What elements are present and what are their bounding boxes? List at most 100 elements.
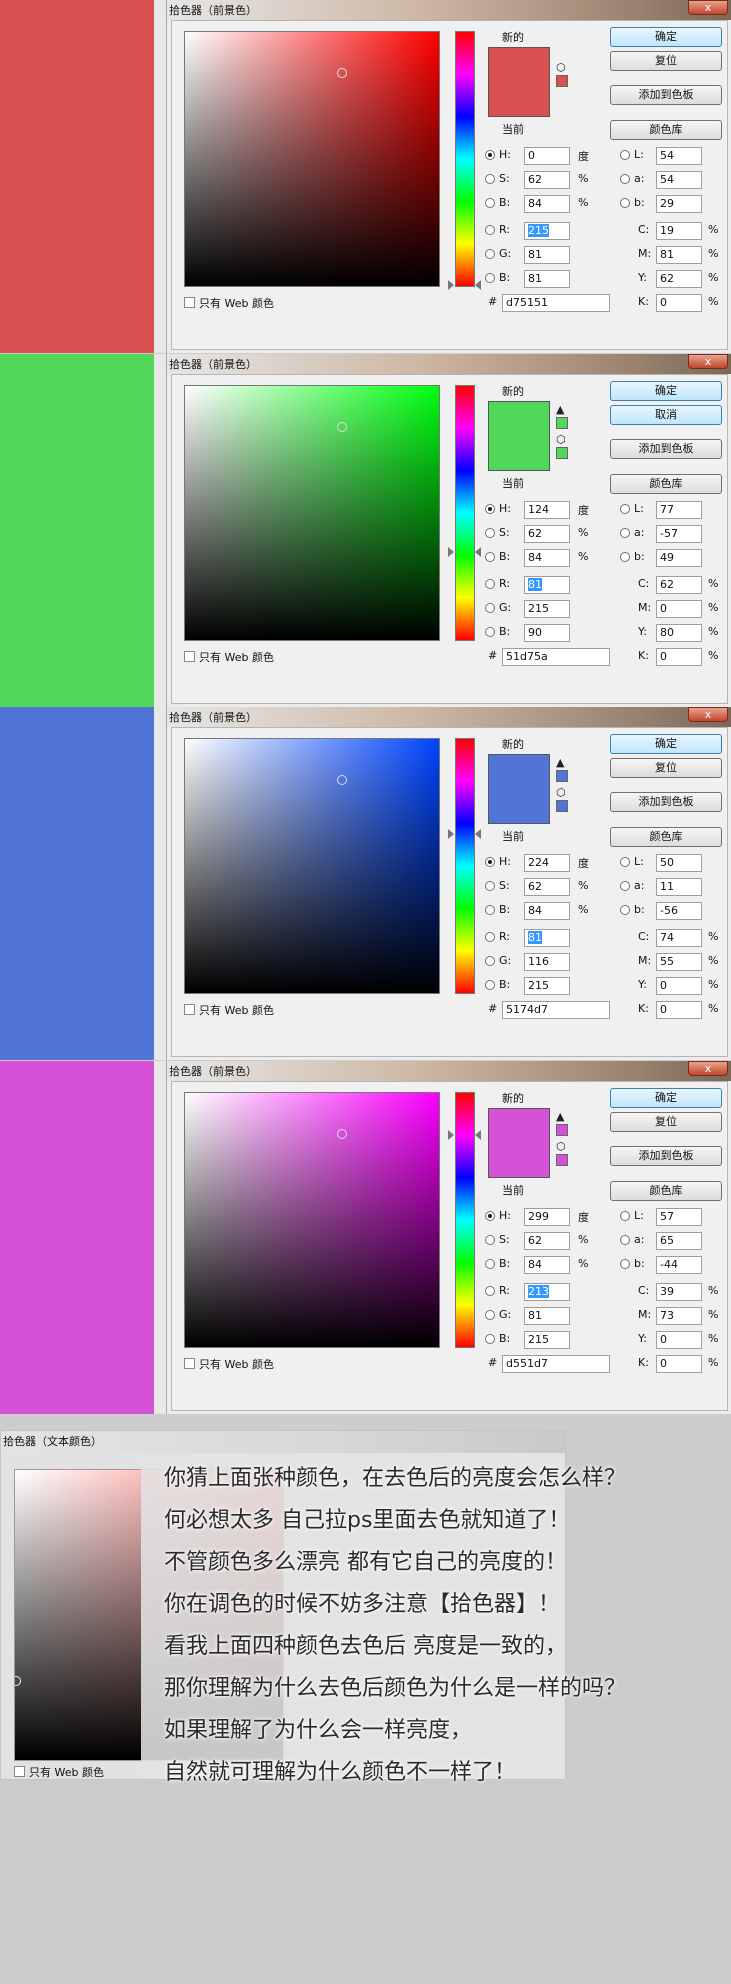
input-h[interactable]: 224 xyxy=(524,854,570,872)
input-h[interactable]: 124 xyxy=(524,501,570,519)
gamut-warning-swatch[interactable] xyxy=(556,1124,568,1136)
gamut-warning-swatch[interactable] xyxy=(556,770,568,782)
radio-lab-b[interactable] xyxy=(620,552,630,562)
radio-r[interactable] xyxy=(485,579,495,589)
add-to-swatches-button[interactable]: 添加到色板 xyxy=(610,85,722,105)
close-button[interactable]: x xyxy=(688,354,728,369)
input-cmyk-k[interactable]: 0 xyxy=(656,294,702,312)
hue-slider-right-arrow[interactable] xyxy=(475,546,481,557)
web-only-checkbox[interactable] xyxy=(184,1358,195,1369)
hue-slider[interactable] xyxy=(455,738,475,994)
hex-input[interactable]: 51d75a xyxy=(502,648,610,666)
input-b[interactable]: 84 xyxy=(524,1256,570,1274)
web-safe-swatch[interactable] xyxy=(556,447,568,459)
input-lab-L[interactable]: 57 xyxy=(656,1208,702,1226)
gamut-warning-icon[interactable]: ▲ xyxy=(556,403,564,416)
input-cmyk-k[interactable]: 0 xyxy=(656,1001,702,1019)
input-r[interactable]: 81 xyxy=(524,576,570,594)
radio-g[interactable] xyxy=(485,603,495,613)
hue-slider[interactable] xyxy=(455,1092,475,1348)
hue-slider[interactable] xyxy=(455,31,475,287)
input-cmyk-y[interactable]: 0 xyxy=(656,1331,702,1349)
input-cmyk-m[interactable]: 55 xyxy=(656,953,702,971)
radio-b[interactable] xyxy=(485,552,495,562)
input-cmyk-y[interactable]: 62 xyxy=(656,270,702,288)
input-cmyk-c[interactable]: 19 xyxy=(656,222,702,240)
radio-lab-b[interactable] xyxy=(620,905,630,915)
hue-slider-right-arrow[interactable] xyxy=(475,828,481,839)
radio-lab-a[interactable] xyxy=(620,1235,630,1245)
secondary-button[interactable]: 复位 xyxy=(610,51,722,71)
color-libraries-button[interactable]: 颜色库 xyxy=(610,1181,722,1201)
add-to-swatches-button[interactable]: 添加到色板 xyxy=(610,792,722,812)
radio-lab-a[interactable] xyxy=(620,174,630,184)
input-lab-L[interactable]: 77 xyxy=(656,501,702,519)
input-lab-b[interactable]: 29 xyxy=(656,195,702,213)
radio-g[interactable] xyxy=(485,956,495,966)
hue-slider-right-arrow[interactable] xyxy=(475,1130,481,1141)
hex-input[interactable]: d551d7 xyxy=(502,1355,610,1373)
input-lab-b[interactable]: -56 xyxy=(656,902,702,920)
input-cmyk-m[interactable]: 73 xyxy=(656,1307,702,1325)
radio-s[interactable] xyxy=(485,528,495,538)
radio-s[interactable] xyxy=(485,174,495,184)
input-lab-b[interactable]: -44 xyxy=(656,1256,702,1274)
radio-b2[interactable] xyxy=(485,627,495,637)
color-libraries-button[interactable]: 颜色库 xyxy=(610,474,722,494)
radio-h[interactable] xyxy=(485,857,495,867)
input-lab-a[interactable]: 65 xyxy=(656,1232,702,1250)
input-b2[interactable]: 90 xyxy=(524,624,570,642)
web-safe-cube-icon[interactable]: ⬡ xyxy=(556,61,566,74)
input-cmyk-m[interactable]: 0 xyxy=(656,600,702,618)
radio-r[interactable] xyxy=(485,1286,495,1296)
radio-h[interactable] xyxy=(485,150,495,160)
input-b2[interactable]: 215 xyxy=(524,1331,570,1349)
radio-lab-L[interactable] xyxy=(620,150,630,160)
input-g[interactable]: 81 xyxy=(524,1307,570,1325)
input-lab-L[interactable]: 54 xyxy=(656,147,702,165)
gamut-warning-icon[interactable]: ▲ xyxy=(556,756,564,769)
ok-button[interactable]: 确定 xyxy=(610,381,722,401)
input-b[interactable]: 84 xyxy=(524,195,570,213)
secondary-button[interactable]: 复位 xyxy=(610,758,722,778)
radio-lab-L[interactable] xyxy=(620,504,630,514)
input-b2[interactable]: 215 xyxy=(524,977,570,995)
input-cmyk-c[interactable]: 62 xyxy=(656,576,702,594)
input-lab-a[interactable]: 54 xyxy=(656,171,702,189)
web-only-checkbox[interactable] xyxy=(184,297,195,308)
web-safe-swatch[interactable] xyxy=(556,75,568,87)
hex-input[interactable]: d75151 xyxy=(502,294,610,312)
text-dialog-web-only-checkbox[interactable] xyxy=(14,1766,25,1777)
web-safe-cube-icon[interactable]: ⬡ xyxy=(556,1140,566,1153)
input-cmyk-k[interactable]: 0 xyxy=(656,648,702,666)
secondary-button[interactable]: 取消 xyxy=(610,405,722,425)
web-safe-swatch[interactable] xyxy=(556,800,568,812)
color-libraries-button[interactable]: 颜色库 xyxy=(610,120,722,140)
input-b2[interactable]: 81 xyxy=(524,270,570,288)
radio-g[interactable] xyxy=(485,249,495,259)
radio-b2[interactable] xyxy=(485,273,495,283)
color-libraries-button[interactable]: 颜色库 xyxy=(610,827,722,847)
radio-h[interactable] xyxy=(485,504,495,514)
radio-s[interactable] xyxy=(485,881,495,891)
text-color-field-marker[interactable] xyxy=(15,1676,21,1686)
add-to-swatches-button[interactable]: 添加到色板 xyxy=(610,1146,722,1166)
ok-button[interactable]: 确定 xyxy=(610,27,722,47)
input-cmyk-c[interactable]: 74 xyxy=(656,929,702,947)
hue-slider-left-arrow[interactable] xyxy=(448,828,454,839)
radio-lab-L[interactable] xyxy=(620,1211,630,1221)
radio-r[interactable] xyxy=(485,932,495,942)
hue-slider-left-arrow[interactable] xyxy=(448,1130,454,1141)
web-safe-cube-icon[interactable]: ⬡ xyxy=(556,786,566,799)
input-s[interactable]: 62 xyxy=(524,525,570,543)
saturation-brightness-field[interactable] xyxy=(184,31,440,287)
input-g[interactable]: 116 xyxy=(524,953,570,971)
radio-lab-a[interactable] xyxy=(620,528,630,538)
input-cmyk-k[interactable]: 0 xyxy=(656,1355,702,1373)
radio-h[interactable] xyxy=(485,1211,495,1221)
radio-b[interactable] xyxy=(485,905,495,915)
radio-b[interactable] xyxy=(485,1259,495,1269)
input-r[interactable]: 81 xyxy=(524,929,570,947)
radio-b[interactable] xyxy=(485,198,495,208)
gamut-warning-icon[interactable]: ▲ xyxy=(556,1110,564,1123)
